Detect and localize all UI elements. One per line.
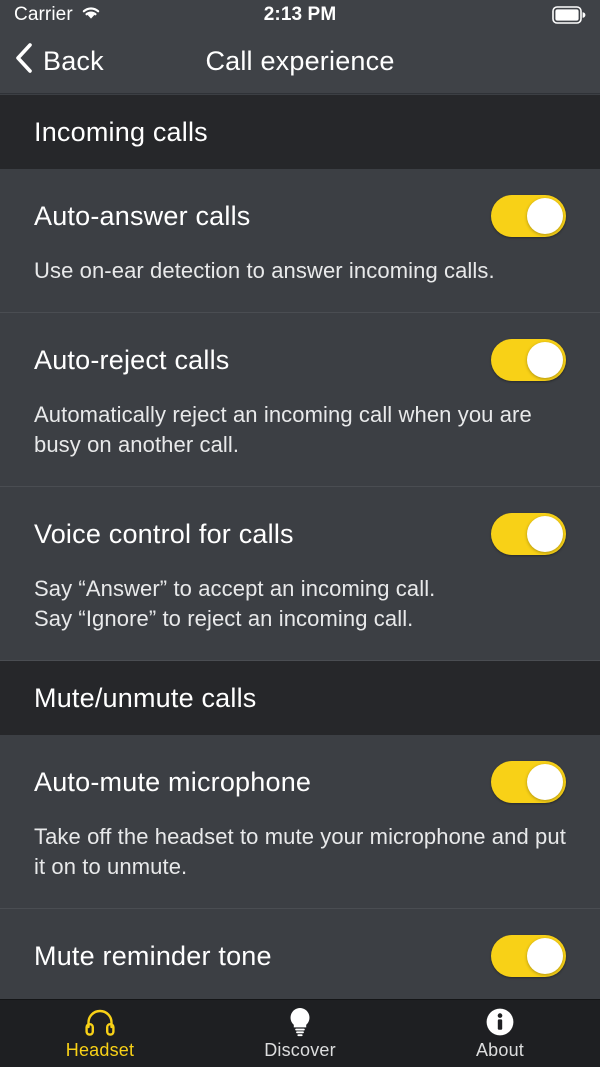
status-bar-left: Carrier	[14, 4, 102, 27]
status-bar-right	[552, 6, 586, 24]
tab-bar: Headset Discover About	[0, 999, 600, 1067]
status-bar: Carrier 2:13 PM	[0, 0, 600, 30]
tab-discover[interactable]: Discover	[200, 1000, 400, 1067]
setting-row-auto-answer-calls[interactable]: Auto-answer calls Use on-ear detection t…	[0, 169, 600, 313]
carrier-label: Carrier	[14, 4, 73, 25]
setting-row-main: Auto-mute microphone	[34, 735, 566, 803]
setting-row-main: Auto-answer calls	[34, 169, 566, 237]
toggle-knob	[527, 938, 563, 974]
tab-about[interactable]: About	[400, 1000, 600, 1067]
section-header-label: Incoming calls	[34, 116, 208, 147]
setting-title: Auto-answer calls	[34, 200, 251, 231]
lightbulb-icon	[287, 1007, 313, 1037]
info-circle-icon	[485, 1007, 515, 1037]
setting-row-auto-mute-microphone[interactable]: Auto-mute microphone Take off the headse…	[0, 735, 600, 909]
setting-row-main: Auto-reject calls	[34, 313, 566, 381]
tab-headset[interactable]: Headset	[0, 1000, 200, 1067]
tab-label: About	[475, 1039, 525, 1060]
section-header-label: Mute/unmute calls	[34, 682, 257, 713]
toggle-auto-mute-microphone[interactable]	[491, 761, 566, 803]
headset-icon	[84, 1007, 116, 1037]
back-button-label: Back	[43, 46, 104, 76]
setting-title: Mute reminder tone	[34, 940, 272, 971]
chevron-left-icon	[14, 42, 34, 79]
setting-row-main: Voice control for calls	[34, 487, 566, 555]
toggle-knob	[527, 198, 563, 234]
toggle-knob	[527, 764, 563, 800]
setting-description: Take off the headset to mute your microp…	[34, 824, 566, 879]
setting-row-main: Mute reminder tone	[34, 909, 566, 977]
setting-row-voice-control-for-calls[interactable]: Voice control for calls Say “Answer” to …	[0, 487, 600, 661]
setting-row-auto-reject-calls[interactable]: Auto-reject calls Automatically reject a…	[0, 313, 600, 487]
toggle-auto-reject-calls[interactable]	[491, 339, 566, 381]
toggle-knob	[527, 516, 563, 552]
section-header-incoming-calls: Incoming calls	[0, 95, 600, 169]
toggle-auto-answer-calls[interactable]	[491, 195, 566, 237]
setting-title: Voice control for calls	[34, 518, 294, 549]
navigation-bar: Back Call experience	[0, 30, 600, 94]
setting-title: Auto-mute microphone	[34, 766, 312, 797]
toggle-mute-reminder-tone[interactable]	[491, 935, 566, 977]
setting-description: Automatically reject an incoming call wh…	[34, 402, 532, 457]
toggle-voice-control-for-calls[interactable]	[491, 513, 566, 555]
tab-label: Headset	[65, 1039, 135, 1060]
settings-list[interactable]: Incoming calls Auto-answer calls Use on-…	[0, 95, 600, 1067]
wifi-icon	[80, 4, 102, 27]
setting-title: Auto-reject calls	[34, 344, 230, 375]
toggle-knob	[527, 342, 563, 378]
back-button[interactable]: Back	[14, 42, 104, 81]
setting-description: Say “Answer” to accept an incoming call.…	[34, 576, 436, 631]
section-header-mute-unmute-calls: Mute/unmute calls	[0, 661, 600, 735]
tab-label: Discover	[264, 1039, 336, 1060]
phone-screen: Carrier 2:13 PM Back Call experience Inc…	[0, 0, 600, 1067]
battery-full-icon	[552, 6, 586, 24]
setting-description: Use on-ear detection to answer incoming …	[34, 258, 495, 283]
